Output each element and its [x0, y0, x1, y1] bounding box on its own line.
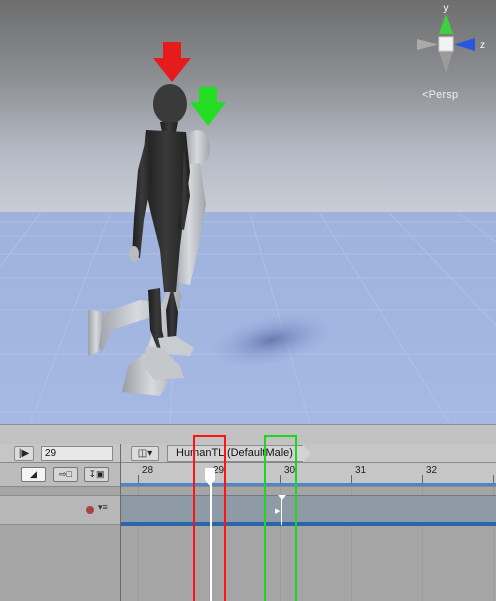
track-options-icon[interactable]: ▾≡ — [98, 502, 108, 513]
time-ruler[interactable]: 28 29 30 31 32 — [121, 463, 496, 487]
ground-plane — [0, 212, 496, 424]
track-menu-icon: ◫▾ — [137, 448, 153, 459]
track-binding-bar — [121, 522, 496, 526]
frame-field[interactable]: 29 — [41, 446, 113, 461]
scene-view[interactable]: y z <Persp — [0, 0, 496, 424]
curve-toggle-button[interactable]: ◢ — [21, 467, 46, 482]
ruler-tick-label: 28 — [142, 465, 154, 476]
add-track-icon: ⇨□ — [59, 469, 72, 479]
gizmo-y-label: y — [444, 3, 449, 14]
gizmo-z-label: z — [480, 40, 485, 51]
breadcrumb-arrow-icon — [303, 445, 311, 462]
panel-divider[interactable] — [0, 424, 496, 444]
red-highlight-box — [193, 435, 226, 601]
track-header-toolbar: ◢ ⇨□ ↧▣ — [0, 463, 120, 487]
persp-arrow-icon: < — [422, 89, 429, 101]
persp-text: Persp — [428, 89, 459, 101]
main-character-hand — [129, 246, 139, 262]
persp-label[interactable]: <Persp — [422, 89, 458, 101]
import-button[interactable]: ↧▣ — [84, 467, 109, 482]
track-menu-button[interactable]: ◫▾ — [131, 446, 159, 461]
sky — [0, 0, 496, 214]
ruler-tick-label: 31 — [355, 465, 367, 476]
add-track-button[interactable]: ⇨□ — [53, 467, 78, 482]
timeline-window: |▶ 29 ◫▾ HumanTL (DefaultMale) ◢ ⇨□ ↧▣ 2… — [0, 444, 496, 601]
animation-track-clip[interactable] — [121, 495, 496, 525]
play-button[interactable]: |▶ — [14, 446, 34, 461]
play-icon: |▶ — [18, 448, 30, 459]
timeline-toolbar: |▶ 29 ◫▾ HumanTL (DefaultMale) — [0, 444, 496, 463]
ruler-range-bar — [121, 483, 496, 486]
record-icon[interactable] — [86, 506, 94, 514]
green-highlight-box — [264, 435, 297, 601]
import-icon: ↧▣ — [88, 469, 105, 479]
animation-track-header[interactable]: ▾≡ — [0, 495, 120, 525]
curve-toggle-icon: ◢ — [30, 469, 37, 479]
ruler-tick-label: 32 — [426, 465, 438, 476]
